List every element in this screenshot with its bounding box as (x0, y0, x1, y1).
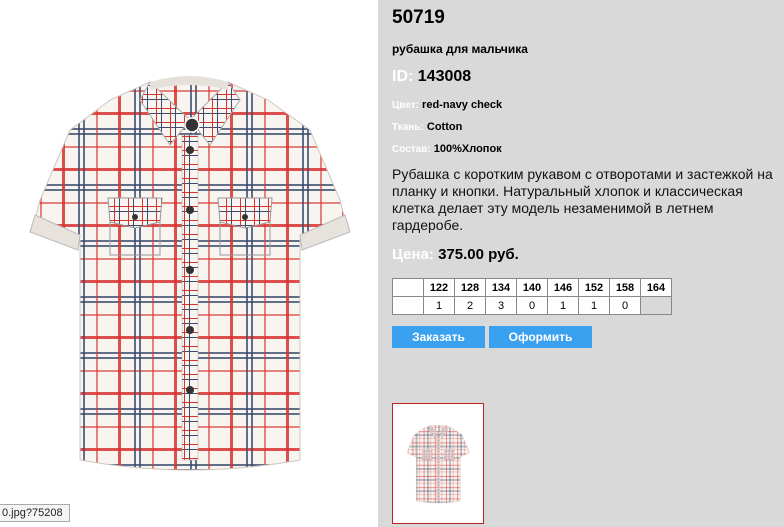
product-thumbnail[interactable] (392, 403, 484, 524)
product-description: Рубашка с коротким рукавом с отворотами … (392, 166, 773, 233)
color-attribute: Цвет: red-navy check (392, 99, 502, 111)
size-header-cell: 140 (516, 278, 548, 297)
quantity-cell: 1 (423, 296, 455, 315)
composition-value: 100%Хлопок (433, 143, 502, 155)
quantity-cell: 3 (485, 296, 517, 315)
quantity-cell: 0 (516, 296, 548, 315)
quantity-cell: 2 (454, 296, 486, 315)
fabric-attribute: Ткань: Cotton (392, 121, 462, 133)
status-tooltip: 0.jpg?75208 (0, 504, 70, 522)
quantity-cell (640, 296, 672, 315)
size-quantity-row: 1 2 3 0 1 1 0 (392, 296, 672, 315)
quantity-cell: 0 (609, 296, 641, 315)
product-info-panel: 50719 рубашка для мальчика ID: 143008 Цв… (378, 0, 784, 527)
size-corner-cell (392, 278, 424, 297)
size-header-cell: 122 (423, 278, 455, 297)
price-value: 375.00 руб. (438, 246, 519, 263)
composition-label: Состав: (392, 144, 431, 155)
size-header-cell: 158 (609, 278, 641, 297)
checkout-button[interactable]: Оформить (489, 326, 592, 348)
product-code: 50719 (392, 7, 445, 28)
quantity-cell: 1 (547, 296, 579, 315)
size-header-row: 122 128 134 140 146 152 158 164 (392, 278, 672, 297)
product-image-panel: 0.jpg?75208 (0, 0, 378, 527)
composition-attribute: Состав: 100%Хлопок (392, 143, 502, 155)
color-label: Цвет: (392, 100, 419, 111)
size-header-cell: 146 (547, 278, 579, 297)
id-value: 143008 (417, 68, 472, 85)
size-header-cell: 128 (454, 278, 486, 297)
quantity-cell: 1 (578, 296, 610, 315)
color-value: red-navy check (422, 99, 503, 111)
price-label: Цена: (392, 246, 434, 263)
size-header-cell: 134 (485, 278, 517, 297)
thumbnail-image (406, 424, 470, 503)
product-main-image[interactable] (0, 50, 378, 500)
order-button[interactable]: Заказать (392, 326, 485, 348)
id-label: ID: (392, 68, 414, 85)
product-id: ID: 143008 (392, 68, 471, 86)
price: Цена: 375.00 руб. (392, 246, 519, 263)
fabric-label: Ткань: (392, 122, 424, 133)
size-header-cell: 164 (640, 278, 672, 297)
quantity-corner-cell (392, 296, 424, 315)
size-header-cell: 152 (578, 278, 610, 297)
fabric-value: Cotton (426, 121, 463, 133)
product-subtitle: рубашка для мальчика (392, 42, 528, 56)
size-table: 122 128 134 140 146 152 158 164 1 2 3 0 … (392, 278, 672, 315)
